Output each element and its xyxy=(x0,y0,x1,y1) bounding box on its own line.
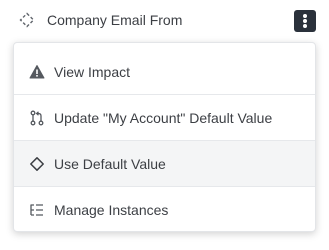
kebab-dot xyxy=(303,19,307,23)
menu-item-label: View Impact xyxy=(54,64,130,80)
list-tree-icon xyxy=(30,204,43,216)
field-header: Company Email From xyxy=(0,0,329,40)
menu-item-label: Update "My Account" Default Value xyxy=(54,110,273,126)
field-label: Company Email From xyxy=(47,12,183,28)
menu-item-label: Use Default Value xyxy=(54,156,166,172)
menu-item-manage-instances[interactable]: Manage Instances xyxy=(14,187,315,231)
menu-item-view-impact[interactable]: View Impact xyxy=(14,49,315,95)
git-pull-request-icon xyxy=(30,110,44,126)
kebab-menu-button[interactable] xyxy=(294,10,316,32)
dashed-diamond-icon xyxy=(19,12,35,28)
context-menu: View Impact Update "My Account" Default … xyxy=(13,42,316,232)
menu-item-update-default[interactable]: Update "My Account" Default Value xyxy=(14,95,315,141)
kebab-dot xyxy=(303,24,307,28)
warning-triangle-icon xyxy=(29,65,45,79)
menu-item-use-default[interactable]: Use Default Value xyxy=(14,141,315,187)
kebab-dot xyxy=(303,14,307,18)
diamond-icon xyxy=(30,157,44,171)
menu-item-label: Manage Instances xyxy=(54,202,169,218)
